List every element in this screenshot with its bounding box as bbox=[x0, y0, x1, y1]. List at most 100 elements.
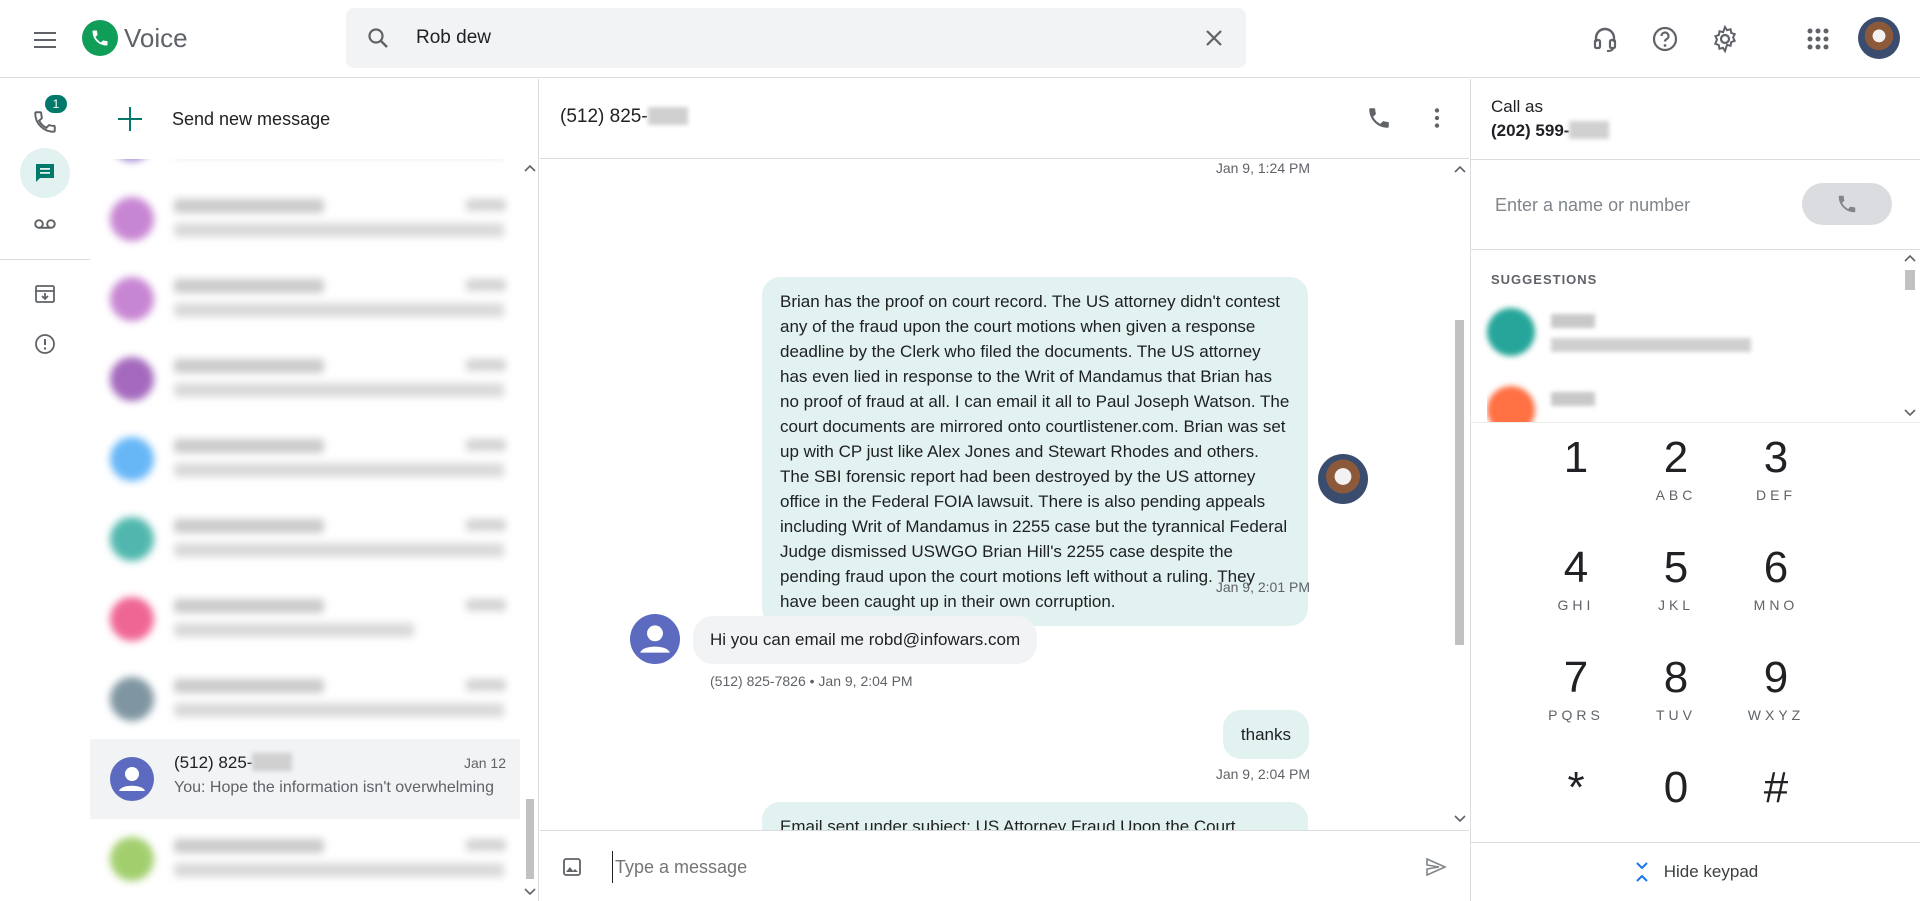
clear-search-icon[interactable] bbox=[1202, 26, 1226, 50]
key-digit: 7 bbox=[1563, 653, 1589, 702]
thread-scrollbar[interactable] bbox=[1450, 160, 1469, 830]
search-icon[interactable] bbox=[366, 26, 390, 50]
list-item[interactable] bbox=[90, 659, 520, 739]
key-digit: 5 bbox=[1663, 543, 1689, 592]
nav-messages[interactable] bbox=[20, 148, 70, 198]
message-bubble-outgoing: thanks bbox=[1222, 710, 1309, 759]
image-icon[interactable] bbox=[560, 855, 584, 879]
key-7[interactable]: 7 PQRS bbox=[1526, 653, 1626, 753]
dialer-panel: Call as (202) 599- SUGGESTIONS 1 2 ABC 3 DEF… bbox=[1470, 79, 1920, 901]
key-letters: MNO bbox=[1753, 597, 1799, 613]
scroll-up-icon[interactable] bbox=[1454, 164, 1466, 174]
menu-icon[interactable] bbox=[26, 22, 62, 58]
suggestions-scrollbar[interactable] bbox=[1901, 250, 1919, 422]
list-item-selected[interactable]: (512) 825- Jan 12 You: Hope the informat… bbox=[90, 739, 520, 819]
key-3[interactable]: 3 DEF bbox=[1726, 433, 1826, 533]
call-as-label: Call as bbox=[1491, 97, 1543, 116]
list-scrollbar[interactable] bbox=[520, 159, 539, 901]
message-input[interactable] bbox=[612, 851, 1352, 883]
call-as-number[interactable]: (202) 599- bbox=[1491, 121, 1610, 141]
list-item[interactable] bbox=[90, 179, 520, 259]
help-icon[interactable] bbox=[1650, 24, 1680, 54]
conversation-list: (512) 825- Jan 12 You: Hope the informat… bbox=[90, 159, 520, 901]
plus-icon bbox=[118, 107, 142, 131]
suggestions-list: SUGGESTIONS bbox=[1471, 249, 1920, 422]
nav-calls[interactable]: 1 bbox=[20, 95, 70, 147]
nav-archive[interactable] bbox=[20, 269, 70, 319]
nav-spam[interactable] bbox=[20, 319, 70, 369]
key-letters: PQRS bbox=[1548, 707, 1604, 723]
call-icon[interactable] bbox=[1366, 105, 1392, 131]
suggestion-item[interactable] bbox=[1487, 378, 1887, 422]
list-item[interactable] bbox=[90, 579, 520, 659]
message-bubble-outgoing: Brian has the proof on court record. The… bbox=[762, 277, 1308, 626]
apps-icon[interactable] bbox=[1803, 24, 1833, 54]
scroll-down-icon[interactable] bbox=[1904, 408, 1916, 418]
message-timestamp: Jan 9, 2:01 PM bbox=[1215, 579, 1310, 595]
key-letters: DEF bbox=[1756, 487, 1796, 503]
conversation-preview: You: Hope the information isn't overwhel… bbox=[174, 779, 494, 796]
message-thread: (512) 825- Jan 9, 1:24 PM Brian has the … bbox=[540, 79, 1469, 901]
contact-avatar-icon bbox=[110, 757, 154, 801]
search-input[interactable] bbox=[416, 22, 1136, 54]
settings-icon[interactable] bbox=[1710, 24, 1740, 54]
key-2[interactable]: 2 ABC bbox=[1626, 433, 1726, 533]
conversation-name: (512) 825- bbox=[174, 753, 293, 773]
send-new-message-button[interactable]: Send new message bbox=[90, 79, 539, 159]
list-item[interactable] bbox=[90, 259, 520, 339]
key-letters: ABC bbox=[1655, 487, 1697, 503]
key-letters: GHI bbox=[1557, 597, 1595, 613]
scroll-up-icon[interactable] bbox=[524, 163, 536, 173]
list-item[interactable] bbox=[90, 819, 520, 899]
key-digit: 6 bbox=[1763, 543, 1789, 592]
key-1[interactable]: 1 bbox=[1526, 433, 1626, 533]
key-letters: WXYZ bbox=[1747, 707, 1805, 723]
more-vert-icon[interactable] bbox=[1424, 105, 1450, 131]
archive-icon bbox=[35, 285, 55, 303]
nav-rail: 1 bbox=[0, 79, 90, 901]
key-5[interactable]: 5 JKL bbox=[1626, 543, 1726, 643]
key-digit: 3 bbox=[1763, 433, 1789, 482]
dial-input[interactable] bbox=[1495, 189, 1795, 221]
hide-keypad-button[interactable]: Hide keypad bbox=[1471, 842, 1920, 901]
list-item[interactable] bbox=[90, 499, 520, 579]
phone-icon bbox=[1838, 195, 1856, 213]
key-letters: JKL bbox=[1657, 597, 1695, 613]
key-digit: 9 bbox=[1763, 653, 1789, 702]
my-avatar bbox=[1318, 454, 1368, 504]
app-title: Voice bbox=[124, 23, 188, 53]
key-letters: TUV bbox=[1656, 707, 1696, 723]
key-digit: 8 bbox=[1663, 653, 1689, 702]
divider bbox=[1471, 159, 1920, 160]
spam-icon bbox=[35, 334, 55, 354]
key-digit: 4 bbox=[1563, 543, 1589, 592]
key-digit: 2 bbox=[1663, 433, 1689, 482]
headset-icon[interactable] bbox=[1590, 24, 1620, 54]
key-8[interactable]: 8 TUV bbox=[1626, 653, 1726, 753]
send-icon[interactable] bbox=[1424, 855, 1448, 879]
suggestion-item[interactable] bbox=[1487, 300, 1887, 360]
conversation-list-pane: Send new message (512) 825- Jan 12 You: … bbox=[90, 79, 539, 901]
rail-divider bbox=[0, 259, 90, 260]
collapse-icon bbox=[1636, 862, 1648, 882]
scroll-down-icon[interactable] bbox=[1454, 814, 1466, 824]
contact-avatar-icon bbox=[630, 614, 680, 664]
list-item[interactable] bbox=[90, 339, 520, 419]
message-icon bbox=[36, 164, 54, 182]
calls-badge: 1 bbox=[45, 95, 67, 113]
scroll-down-icon[interactable] bbox=[524, 887, 536, 897]
dial-call-button[interactable] bbox=[1802, 183, 1892, 225]
thread-title: (512) 825- bbox=[560, 106, 688, 128]
voice-logo-icon bbox=[82, 20, 118, 56]
key-9[interactable]: 9 WXYZ bbox=[1726, 653, 1826, 753]
key-6[interactable]: 6 MNO bbox=[1726, 543, 1826, 643]
nav-voicemail[interactable] bbox=[20, 199, 70, 249]
list-item[interactable] bbox=[90, 159, 520, 179]
scroll-up-icon[interactable] bbox=[1904, 253, 1916, 263]
voicemail-icon bbox=[34, 219, 56, 229]
account-avatar[interactable] bbox=[1858, 17, 1900, 59]
key-4[interactable]: 4 GHI bbox=[1526, 543, 1626, 643]
list-item[interactable] bbox=[90, 419, 520, 499]
suggestions-label: SUGGESTIONS bbox=[1491, 272, 1598, 287]
conversation-date: Jan 12 bbox=[463, 755, 506, 771]
